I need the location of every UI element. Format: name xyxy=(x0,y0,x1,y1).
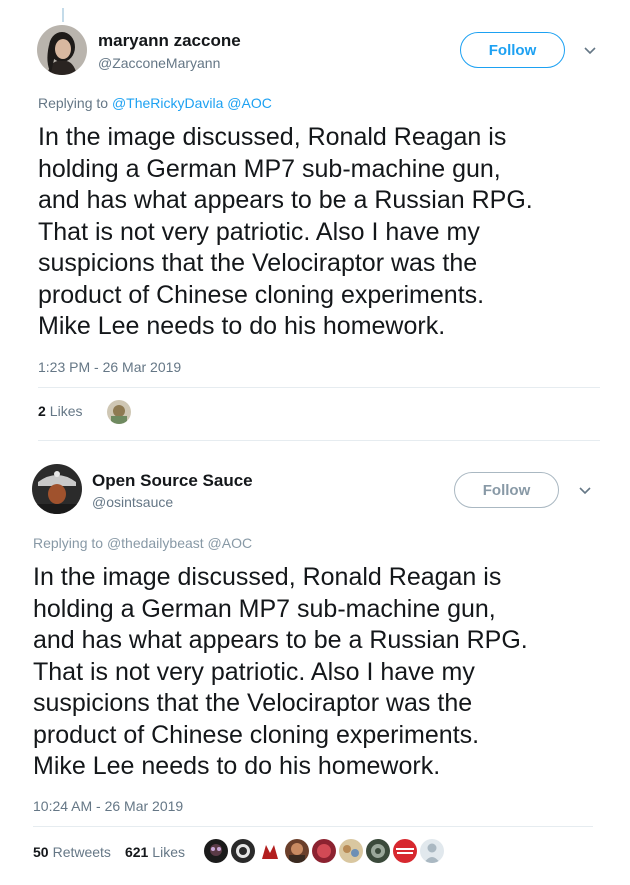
retweets-count: 50 xyxy=(33,844,49,860)
timestamp[interactable]: 1:23 PM - 26 Mar 2019 xyxy=(38,359,181,375)
divider xyxy=(38,440,600,441)
user-handle[interactable]: @osintsauce xyxy=(92,494,173,510)
likes-stat[interactable]: 621 Likes xyxy=(125,844,185,860)
user-handle[interactable]: @ZacconeMaryann xyxy=(98,55,220,71)
mention-link[interactable]: @AOC xyxy=(208,535,253,551)
retweets-stat[interactable]: 50 Retweets xyxy=(33,844,111,860)
likes-label: Likes xyxy=(152,844,185,860)
avatar[interactable] xyxy=(32,464,82,514)
divider xyxy=(33,826,593,827)
liker-avatar[interactable] xyxy=(339,839,363,863)
follow-button[interactable]: Follow xyxy=(460,32,565,68)
divider xyxy=(38,387,600,388)
follow-button[interactable]: Follow xyxy=(454,472,559,508)
mention-link[interactable]: @AOC xyxy=(227,95,272,111)
chevron-down-icon[interactable] xyxy=(576,484,594,498)
liker-avatar[interactable] xyxy=(285,839,309,863)
liker-avatar[interactable] xyxy=(393,839,417,863)
liker-avatars xyxy=(107,400,134,424)
likes-label: Likes xyxy=(49,403,83,419)
replying-to: Replying to @thedailybeast @AOC xyxy=(33,535,252,551)
liker-avatar[interactable] xyxy=(204,839,228,863)
tweet-text: In the image discussed, Ronald Reagan is… xyxy=(33,563,528,780)
liker-avatar[interactable] xyxy=(420,839,444,863)
stats-row: 50 Retweets 621 Likes xyxy=(33,844,185,860)
timestamp[interactable]: 10:24 AM - 26 Mar 2019 xyxy=(33,798,183,814)
stats-row: 2 Likes xyxy=(38,403,82,419)
chevron-down-icon[interactable] xyxy=(581,44,599,58)
reply-prefix: Replying to xyxy=(33,535,104,551)
liker-avatar[interactable] xyxy=(366,839,390,863)
liker-avatar[interactable] xyxy=(312,839,336,863)
reply-prefix: Replying to xyxy=(38,95,109,111)
likes-count: 2 xyxy=(38,403,46,419)
liker-avatars xyxy=(204,839,447,863)
liker-avatar[interactable] xyxy=(258,839,282,863)
tweet-text: In the image discussed, Ronald Reagan is… xyxy=(38,123,533,340)
liker-avatar[interactable] xyxy=(107,400,131,424)
retweets-label: Retweets xyxy=(52,844,111,860)
likes-count: 621 xyxy=(124,844,149,860)
liker-avatar[interactable] xyxy=(231,839,255,863)
avatar[interactable] xyxy=(37,25,87,75)
thread-line xyxy=(62,8,64,22)
mention-link[interactable]: @TheRickyDavila xyxy=(112,95,223,111)
display-name[interactable]: maryann zaccone xyxy=(98,31,241,51)
display-name[interactable]: Open Source Sauce xyxy=(92,471,253,491)
mention-link[interactable]: @thedailybeast xyxy=(107,535,204,551)
replying-to: Replying to @TheRickyDavila @AOC xyxy=(38,95,272,111)
likes-stat[interactable]: 2 Likes xyxy=(38,403,82,419)
